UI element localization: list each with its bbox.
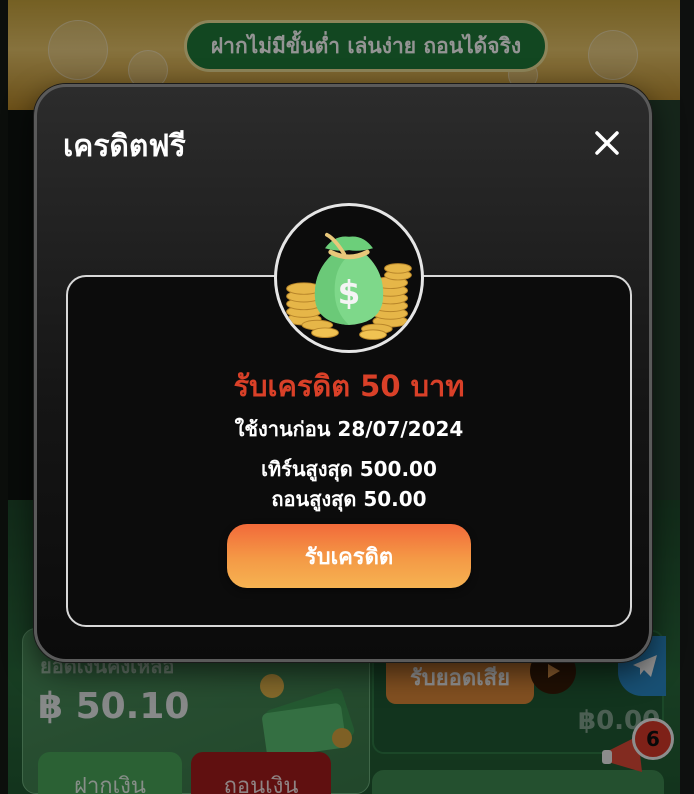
close-icon (595, 131, 619, 155)
expiry-date-text: ใช้งานก่อน 28/07/2024 (234, 417, 464, 441)
free-credit-modal: เครดิตฟรี $ รับเครดิต 50 บาท ใช้งานก่อน … (34, 84, 652, 662)
credit-amount-heading: รับเครดิต 50 บาท (233, 369, 465, 403)
money-bag-image: $ (274, 203, 424, 353)
claim-credit-button[interactable]: รับเครดิต (227, 524, 471, 588)
svg-text:$: $ (338, 274, 361, 312)
max-withdraw-text: ถอนสูงสุด 50.00 (271, 487, 427, 511)
max-turnover-text: เทิร์นสูงสุด 500.00 (261, 457, 437, 481)
close-button[interactable] (585, 121, 629, 165)
money-bag-icon: $ (286, 232, 412, 340)
modal-title: เครดิตฟรี (63, 129, 186, 164)
